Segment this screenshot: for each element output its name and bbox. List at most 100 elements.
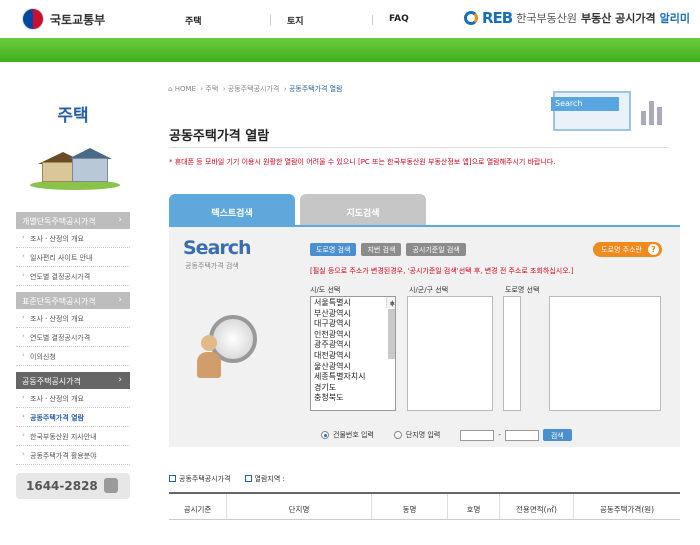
input-type-radios: 건물번호 입력 단지명 입력 - 검색 bbox=[321, 429, 572, 441]
sidebar-title: 주택 bbox=[57, 106, 89, 126]
title-divider bbox=[169, 147, 669, 148]
road-select[interactable] bbox=[549, 296, 661, 411]
person-icon bbox=[197, 335, 221, 379]
sido-option[interactable]: 세종특별자치시 bbox=[311, 371, 395, 382]
question-icon: ? bbox=[648, 244, 659, 255]
sigungu-label: 시/군/구 선택 bbox=[409, 286, 449, 294]
tab-map-search[interactable]: 지도검색 bbox=[300, 194, 426, 225]
building-sub-number-input[interactable] bbox=[504, 429, 539, 441]
sidebar-item[interactable]: 공동주택가격 활용분야 bbox=[16, 446, 130, 465]
sido-option[interactable]: 대전광역시 bbox=[311, 350, 395, 361]
green-banner bbox=[0, 38, 700, 62]
results-table-header: 공시기준 단지명 동명 호명 전용면적(㎡) 공동주택가격(원) bbox=[169, 492, 680, 520]
breadcrumb-item[interactable]: 주택 bbox=[205, 85, 218, 93]
sidebar-item[interactable]: 연도별 결정공시가격 bbox=[16, 267, 130, 286]
phone-number-box: 1644-2828 bbox=[16, 473, 130, 499]
nav-separator bbox=[270, 15, 271, 25]
sidebar-group-standard-house[interactable]: 표준단독주택공시가격 › bbox=[16, 292, 130, 309]
road-address-help-button[interactable]: 도로명 주소란 ? bbox=[593, 242, 662, 257]
column-header: 전용면적(㎡) bbox=[500, 494, 574, 519]
alimi-text: 알리미 bbox=[659, 12, 690, 25]
sidebar-item[interactable]: 이의신청 bbox=[16, 347, 130, 366]
radio-complex-label: 단지명 입력 bbox=[405, 431, 441, 439]
top-header: 국토교통부 주택 토지 FAQ REB 한국부동산원 부동산 공시가격 알리미 bbox=[0, 0, 700, 40]
sidebar-item[interactable]: 조사 · 산정의 개요 bbox=[16, 389, 130, 408]
column-header: 단지명 bbox=[227, 494, 372, 519]
sidebar-item-current[interactable]: 공동주택가격 열람 bbox=[16, 408, 130, 427]
reb-circle-icon bbox=[463, 11, 478, 25]
sidebar-item[interactable]: 조사 · 산정의 개요 bbox=[16, 309, 130, 328]
search-submit-button[interactable]: 검색 bbox=[542, 429, 572, 441]
sigungu-select[interactable] bbox=[407, 296, 493, 411]
nav-separator bbox=[372, 15, 373, 25]
taegeuk-emblem-icon bbox=[22, 8, 44, 30]
result-label-region: 열람지역 : bbox=[254, 475, 285, 483]
radio-complex-name[interactable] bbox=[393, 431, 402, 439]
sidebar: 주택 개별단독주택공시가격› 조사 · 산정의 개요 일사편리 사이트 안내 연… bbox=[16, 95, 130, 499]
result-labels: 공동주택공시가격 열람지역 : bbox=[169, 474, 285, 484]
home-icon: ⌂ bbox=[168, 85, 173, 93]
ministry-logo[interactable]: 국토교통부 bbox=[22, 8, 105, 30]
sido-scrollbar[interactable]: ▲ ▼ bbox=[386, 297, 395, 359]
breadcrumb-home[interactable]: HOME bbox=[175, 85, 196, 93]
dash-text: - bbox=[498, 431, 501, 439]
sido-option[interactable]: 경기도 bbox=[311, 382, 395, 393]
column-header: 호명 bbox=[448, 494, 500, 519]
service-name: 부동산 공시가격 bbox=[580, 12, 656, 25]
search-tabs: 텍스트검색 지도검색 bbox=[169, 194, 431, 225]
org-name: 한국부동산원 bbox=[516, 12, 577, 25]
search-heading: Search bbox=[183, 237, 252, 259]
sidebar-item[interactable]: 일사편리 사이트 안내 bbox=[16, 248, 130, 267]
houses-illustration-icon bbox=[16, 126, 130, 206]
nav-land[interactable]: 토지 bbox=[287, 14, 372, 27]
lot-search-button[interactable]: 지번 검색 bbox=[361, 243, 402, 256]
sidebar-item[interactable]: 조사 · 산정의 개요 bbox=[16, 229, 130, 248]
sido-select[interactable]: 서울특별시 부산광역시 대구광역시 인천광역시 광주광역시 대전광역시 울산광역… bbox=[310, 296, 396, 411]
list-icon bbox=[244, 475, 252, 482]
breadcrumb: ⌂ HOME › 주택 › 공동주택공시가격 › 공동주택가격 열람 bbox=[168, 85, 343, 93]
sidebar-item[interactable]: 연도별 결정공시가격 bbox=[16, 328, 130, 347]
phone-number: 1644-2828 bbox=[26, 479, 98, 493]
road-label: 도로명 선택 bbox=[505, 286, 540, 294]
tab-text-search[interactable]: 텍스트검색 bbox=[169, 194, 295, 225]
address-warning: [필실 등으로 주소가 변경된경우, '공시기준일 검색'선택 후, 변경 전 … bbox=[310, 267, 574, 275]
chevron-right-icon: › bbox=[118, 215, 122, 225]
page-title: 공동주택가격 열람 bbox=[169, 129, 270, 144]
nav-house[interactable]: 주택 bbox=[185, 14, 270, 27]
sido-option[interactable]: 서울특별시 bbox=[311, 297, 395, 308]
radio-building-label: 건물번호 입력 bbox=[333, 431, 374, 439]
result-label-title: 공동주택공시가격 bbox=[179, 475, 231, 483]
nav-faq[interactable]: FAQ bbox=[389, 14, 474, 27]
list-icon bbox=[169, 475, 176, 482]
breadcrumb-item[interactable]: 공동주택공시가격 bbox=[228, 85, 280, 93]
sido-option[interactable]: 충청북도 bbox=[311, 392, 395, 403]
building-main-number-input[interactable] bbox=[460, 429, 495, 441]
ministry-name: 국토교통부 bbox=[50, 12, 106, 27]
sido-option[interactable]: 인천광역시 bbox=[311, 329, 395, 340]
reb-text: REB bbox=[481, 9, 513, 27]
search-illustration-icon: Search bbox=[543, 73, 673, 138]
sido-option[interactable]: 대구광역시 bbox=[311, 318, 395, 329]
sidebar-item[interactable]: 한국부동산원 지사안내 bbox=[16, 427, 130, 446]
chevron-right-icon: › bbox=[118, 375, 122, 385]
sidebar-group-apartment[interactable]: 공동주택공시가격 › bbox=[16, 372, 130, 389]
date-search-button[interactable]: 공시기준일 검색 bbox=[406, 243, 466, 256]
breadcrumb-current: 공동주택가격 열람 bbox=[288, 85, 343, 93]
search-panel: Search 공동주택가격 검색 도로명 검색 지번 검색 공시기준일 검색 도… bbox=[169, 225, 680, 447]
telephone-icon bbox=[104, 478, 118, 493]
reb-logo[interactable]: REB 한국부동산원 부동산 공시가격 알리미 bbox=[463, 9, 690, 27]
mobile-notice: * 휴대폰 등 모바일 기기 이용시 원활한 열람이 어려울 수 있으니 [PC… bbox=[169, 158, 556, 166]
sido-option[interactable]: 부산광역시 bbox=[311, 308, 395, 319]
deco-search-text: Search bbox=[551, 97, 619, 111]
sido-label: 시/도 선택 bbox=[310, 286, 341, 294]
sidebar-group-individual-house[interactable]: 개별단독주택공시가격 › bbox=[16, 212, 130, 229]
chevron-right-icon: › bbox=[118, 295, 122, 305]
sido-option[interactable]: 광주광역시 bbox=[311, 339, 395, 350]
road-initial-select[interactable] bbox=[503, 296, 521, 411]
road-search-button[interactable]: 도로명 검색 bbox=[310, 243, 357, 256]
radio-building-number[interactable] bbox=[321, 431, 329, 439]
column-header: 동명 bbox=[372, 494, 448, 519]
column-header: 공시기준 bbox=[169, 494, 227, 519]
sido-option[interactable]: 울산광역시 bbox=[311, 361, 395, 372]
column-header: 공동주택가격(원) bbox=[599, 505, 655, 514]
